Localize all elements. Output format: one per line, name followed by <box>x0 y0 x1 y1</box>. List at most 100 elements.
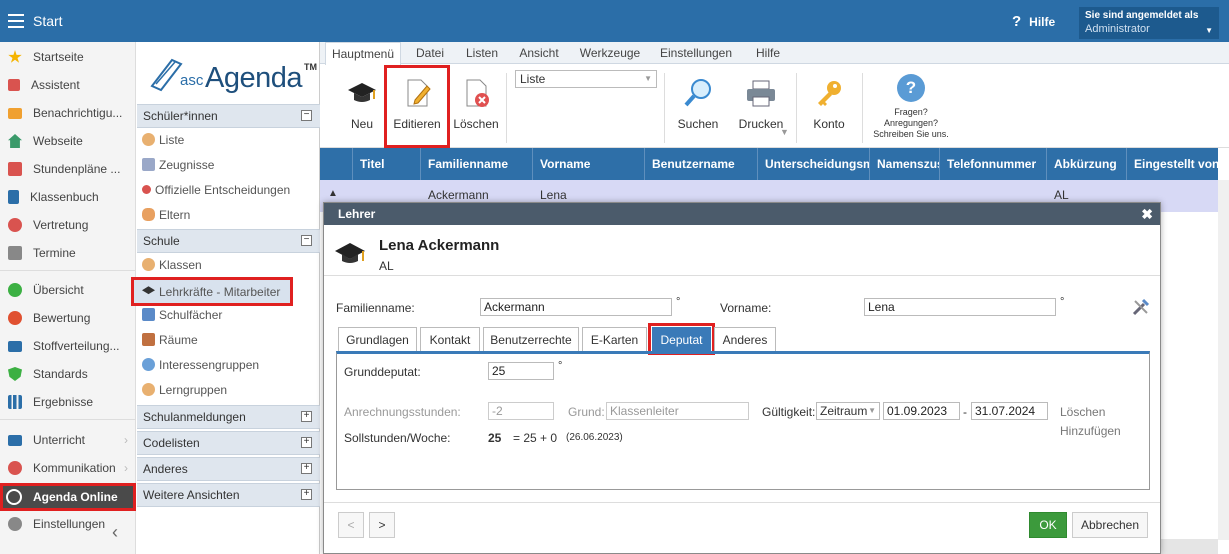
tab-hauptmenue[interactable]: Hauptmenü <box>325 42 401 65</box>
collapse-icon[interactable]: − <box>301 235 312 246</box>
expand-icon[interactable]: + <box>301 489 312 500</box>
grund-field[interactable]: Klassenleiter <box>606 402 749 420</box>
tab-listen[interactable]: Listen <box>458 42 506 64</box>
expand-icon[interactable]: + <box>301 411 312 422</box>
neu-label: Neu <box>350 117 373 131</box>
tab-deputat[interactable]: Deputat <box>648 323 715 355</box>
nav-item-stundenplaene[interactable]: Stundenpläne ... <box>0 156 136 182</box>
column-header-titel[interactable]: Titel <box>353 148 421 180</box>
tab-grundlagen[interactable]: Grundlagen <box>338 327 417 351</box>
collapse-icon[interactable]: − <box>301 110 312 121</box>
tab-kontakt[interactable]: Kontakt <box>420 327 480 351</box>
ok-button[interactable]: OK <box>1029 512 1067 538</box>
feedback-button[interactable]: ? Fragen? Anregungen? Schreiben Sie uns. <box>870 65 952 148</box>
column-header-abkuerzung[interactable]: Abkürzung <box>1047 148 1127 180</box>
editieren-button[interactable]: Editieren <box>384 65 450 148</box>
next-button[interactable]: > <box>369 512 395 538</box>
nav-item-vertretung[interactable]: Vertretung <box>0 212 136 238</box>
grunddeputat-field[interactable]: 25 <box>488 362 554 380</box>
column-header-icon[interactable] <box>320 148 353 180</box>
section-anderes[interactable]: Anderes + <box>137 457 320 481</box>
nav-item-assistent[interactable]: Assistent <box>0 72 136 98</box>
hinzufuegen-link[interactable]: Hinzufügen <box>1060 424 1121 438</box>
column-header-unterscheidung[interactable]: Unterscheidungsm <box>758 148 870 180</box>
collapse-sidebar-icon[interactable]: ‹ <box>112 522 118 543</box>
tab-ansicht[interactable]: Ansicht <box>513 42 565 64</box>
user-menu[interactable]: Sie sind angemeldet als Administrator ▼ <box>1079 7 1219 39</box>
familienname-field[interactable]: Ackermann <box>480 298 672 316</box>
nav-item-bewertung[interactable]: Bewertung <box>0 305 136 331</box>
sub-item-lerngruppen[interactable]: Lerngruppen <box>137 377 320 402</box>
bar-chart-icon <box>8 395 22 409</box>
question-circle-icon: ? <box>897 74 925 102</box>
sub-item-eltern[interactable]: Eltern <box>137 202 320 227</box>
date-from-field[interactable]: 01.09.2023 <box>883 402 960 420</box>
nav-item-stoffverteilung[interactable]: Stoffverteilung... <box>0 333 136 359</box>
sub-item-entscheidungen[interactable]: Offizielle Entscheidungen <box>137 177 320 202</box>
tab-benutzerrechte[interactable]: Benutzerrechte <box>483 327 579 351</box>
sub-label: Lerngruppen <box>159 382 228 397</box>
section-label: Schulanmeldungen <box>143 410 246 424</box>
sub-item-liste[interactable]: Liste <box>137 127 320 152</box>
help-button[interactable]: ? Hilfe <box>1012 13 1055 30</box>
sub-item-raeume[interactable]: Räume <box>137 327 320 352</box>
nav-item-termine[interactable]: Termine <box>0 240 136 266</box>
expand-icon[interactable]: + <box>301 463 312 474</box>
tab-einstellungen[interactable]: Einstellungen <box>656 42 736 64</box>
toolbar-divider <box>862 73 863 143</box>
loeschen-link[interactable]: Löschen <box>1060 405 1105 419</box>
logo-tm: TM <box>304 62 317 72</box>
nav-item-webseite[interactable]: Webseite <box>0 128 136 154</box>
vertical-scrollbar[interactable] <box>1218 180 1229 540</box>
column-header-namenszusatz[interactable]: Namenszus <box>870 148 940 180</box>
nav-item-agenda-online[interactable]: Agenda Online <box>0 483 136 511</box>
column-header-telefonnummer[interactable]: Telefonnummer <box>940 148 1047 180</box>
hamburger-menu-icon[interactable] <box>8 14 24 28</box>
nav-item-benachrichtigungen[interactable]: Benachrichtigu... <box>0 100 136 126</box>
sub-item-klassen[interactable]: Klassen <box>137 252 320 277</box>
sub-item-schulfaecher[interactable]: Schulfächer <box>137 302 320 327</box>
previous-button[interactable]: < <box>338 512 364 538</box>
tab-e-karten[interactable]: E-Karten <box>582 327 647 351</box>
anrechnung-field[interactable]: -2 <box>488 402 554 420</box>
column-header-familienname[interactable]: Familienname <box>421 148 533 180</box>
suchen-button[interactable]: Suchen <box>674 65 722 148</box>
column-header-benutzername[interactable]: Benutzername <box>645 148 758 180</box>
nav-item-kommunikation[interactable]: Kommunikation › <box>0 455 136 481</box>
vorname-field[interactable]: Lena <box>864 298 1056 316</box>
close-icon[interactable]: ✖ <box>1141 203 1153 225</box>
section-weitere-ansichten[interactable]: Weitere Ansichten + <box>137 483 320 507</box>
neu-button[interactable]: Neu <box>340 65 384 148</box>
abbrechen-button[interactable]: Abbrechen <box>1072 512 1148 538</box>
top-bar-title[interactable]: Start <box>33 13 63 29</box>
section-schueler[interactable]: Schüler*innen − <box>137 104 320 128</box>
expand-icon[interactable]: + <box>301 437 312 448</box>
column-header-eingestellt-von[interactable]: Eingestellt von <box>1127 148 1218 180</box>
view-select[interactable]: Liste ▼ <box>515 70 657 88</box>
nav-item-klassenbuch[interactable]: Klassenbuch <box>0 184 136 210</box>
tab-datei[interactable]: Datei <box>408 42 452 64</box>
section-schule[interactable]: Schule − <box>137 229 320 253</box>
calendar-icon <box>8 246 22 260</box>
date-to-field[interactable]: 31.07.2024 <box>971 402 1048 420</box>
nav-item-uebersicht[interactable]: Übersicht <box>0 277 136 303</box>
tab-anderes[interactable]: Anderes <box>714 327 776 351</box>
sub-item-zeugnisse[interactable]: Zeugnisse <box>137 152 320 177</box>
tools-icon[interactable] <box>1132 298 1150 316</box>
tab-hilfe[interactable]: Hilfe <box>748 42 788 64</box>
nav-item-ergebnisse[interactable]: Ergebnisse <box>0 389 136 415</box>
konto-button[interactable]: Konto <box>806 65 852 148</box>
delete-document-icon <box>460 77 492 109</box>
section-schulanmeldungen[interactable]: Schulanmeldungen + <box>137 405 320 429</box>
group-icon <box>142 383 155 396</box>
nav-item-startseite[interactable]: Startseite <box>0 44 136 70</box>
column-header-vorname[interactable]: Vorname <box>533 148 645 180</box>
zeitraum-select[interactable]: Zeitraum ▼ <box>816 402 880 420</box>
section-codelisten[interactable]: Codelisten + <box>137 431 320 455</box>
loeschen-button[interactable]: Löschen <box>452 65 500 148</box>
nav-item-unterricht[interactable]: Unterricht › <box>0 427 136 453</box>
nav-item-standards[interactable]: Standards <box>0 361 136 387</box>
drucken-dropdown-icon[interactable]: ▼ <box>780 127 789 137</box>
tab-werkzeuge[interactable]: Werkzeuge <box>575 42 645 64</box>
sub-item-interessengruppen[interactable]: Interessengruppen <box>137 352 320 377</box>
